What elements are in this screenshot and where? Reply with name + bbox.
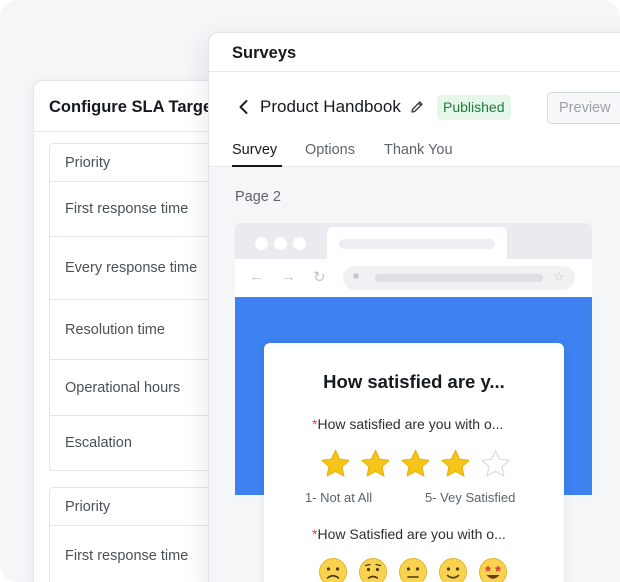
- lock-icon: ■: [353, 271, 360, 282]
- worried-face-icon[interactable]: [358, 557, 388, 582]
- refresh-icon: ↻: [313, 269, 326, 286]
- tab-thank-you[interactable]: Thank You: [384, 142, 453, 158]
- star-filled-icon[interactable]: [440, 449, 471, 479]
- tab-survey[interactable]: Survey: [232, 142, 277, 158]
- status-badge: Published: [437, 95, 511, 120]
- tab-options[interactable]: Options: [305, 142, 355, 158]
- browser-mockup: ← → ↻ ■ ☆: [235, 223, 592, 297]
- survey-preview-card: How satisfied are y... *How satisfied ar…: [264, 343, 564, 582]
- star-filled-icon[interactable]: [400, 449, 431, 479]
- frowning-face-icon[interactable]: [318, 557, 348, 582]
- question-2: *How Satisfied are you with o...: [312, 526, 506, 542]
- window-dot: [255, 237, 268, 250]
- divider: [209, 71, 620, 72]
- placeholder-bar: [339, 239, 495, 249]
- bookmark-star-icon: ☆: [553, 269, 565, 284]
- slightly-smiling-face-icon[interactable]: [438, 557, 468, 582]
- address-bar: ■ ☆: [343, 266, 575, 290]
- window-dot: [293, 237, 306, 250]
- neutral-face-icon[interactable]: [398, 557, 428, 582]
- question-1-text: How satisfied are you with o...: [317, 416, 504, 432]
- surveys-window: Surveys Product Handbook Published Previ…: [208, 32, 620, 582]
- tab-bar: Survey Options Thank You: [209, 140, 620, 167]
- window-dot: [274, 237, 287, 250]
- star-filled-icon[interactable]: [360, 449, 391, 479]
- scale-min-label: 1- Not at All: [305, 490, 373, 505]
- arrow-left-icon: ←: [249, 268, 264, 285]
- back-arrow-icon[interactable]: [237, 99, 251, 115]
- question-1: *How satisfied are you with o...: [312, 416, 503, 432]
- question-2-text: How Satisfied are you with o...: [317, 526, 506, 542]
- browser-toolbar: ← → ↻ ■ ☆: [235, 259, 592, 297]
- star-struck-face-icon[interactable]: [478, 557, 508, 582]
- browser-tab: [327, 227, 507, 261]
- page-label: Page 2: [235, 189, 281, 205]
- sla-panel-title: Configure SLA Targe: [49, 98, 213, 116]
- survey-title: Product Handbook: [260, 97, 401, 116]
- survey-heading: How satisfied are y...: [323, 371, 505, 392]
- pencil-icon[interactable]: [409, 99, 425, 115]
- star-filled-icon[interactable]: [320, 449, 351, 479]
- window-title: Surveys: [232, 44, 297, 62]
- preview-button[interactable]: Preview: [547, 92, 620, 124]
- arrow-right-icon: →: [281, 268, 296, 285]
- placeholder-bar: [375, 274, 543, 282]
- scale-max-label: 5- Vey Satisfied: [425, 490, 516, 505]
- star-empty-icon[interactable]: [480, 449, 511, 479]
